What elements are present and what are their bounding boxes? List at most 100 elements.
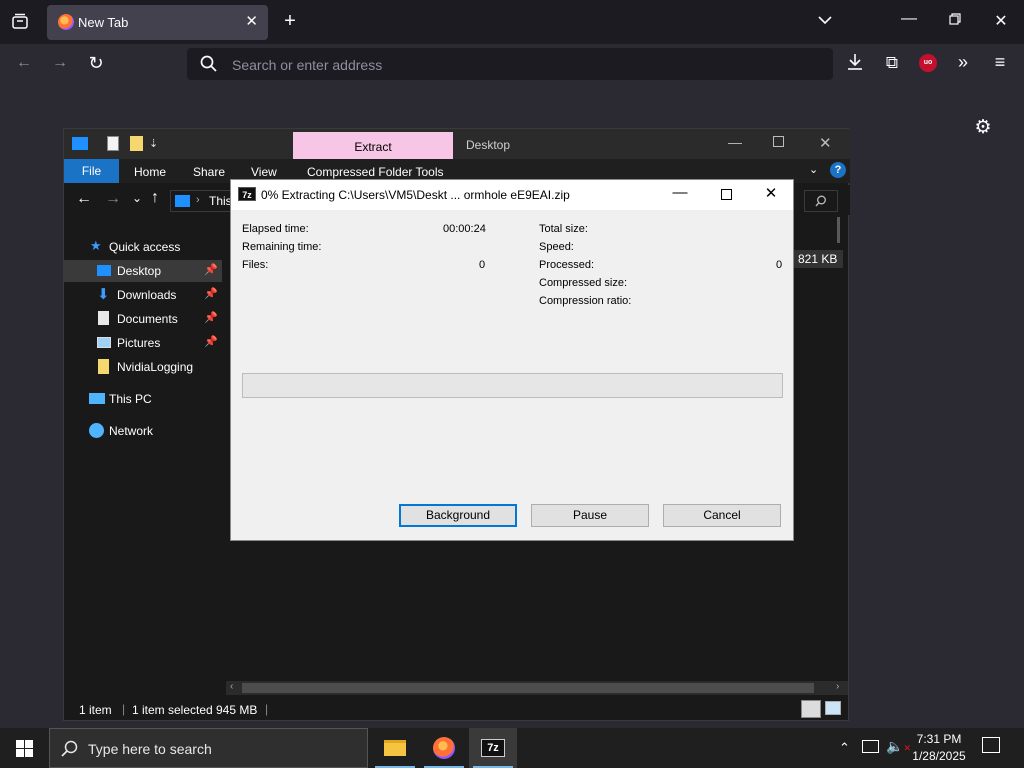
reload-icon[interactable]: ↻	[86, 53, 106, 74]
explorer-search-box[interactable]	[804, 190, 838, 212]
status-item-count: 1 item	[79, 703, 112, 717]
taskbar-search-placeholder: Type here to search	[88, 741, 212, 757]
sidebar-item-nvidialogging[interactable]: NvidiaLogging	[64, 356, 222, 378]
show-hidden-icons-chevron-icon[interactable]: ⌃	[839, 740, 850, 756]
new-tab-icon[interactable]: +	[280, 10, 300, 33]
sidebar-item-downloads[interactable]: ⬇ Downloads 📌	[64, 284, 222, 306]
new-folder-icon[interactable]	[130, 136, 143, 151]
maximize-icon[interactable]	[773, 136, 784, 147]
help-icon[interactable]: ?	[830, 162, 846, 178]
status-divider: |	[265, 702, 269, 716]
close-window-icon[interactable]: ✕	[991, 11, 1011, 31]
tab-overflow-chevron-icon[interactable]	[815, 12, 835, 30]
scrollbar-thumb[interactable]	[242, 683, 814, 693]
close-icon[interactable]: ✕	[761, 184, 781, 202]
taskbar-search-box[interactable]: Type here to search	[49, 728, 368, 768]
scroll-right-icon[interactable]: ›	[836, 681, 839, 692]
extensions-icon[interactable]: ⧉	[882, 53, 902, 73]
notifications-icon[interactable]	[982, 737, 1000, 753]
status-selected: 1 item selected	[132, 703, 213, 717]
7zip-icon: 7z	[238, 187, 256, 201]
sidebar-item-documents[interactable]: Documents 📌	[64, 308, 222, 330]
sidebar-item-label: Downloads	[117, 288, 177, 302]
horizontal-scrollbar[interactable]: ‹ ›	[226, 681, 848, 695]
more-tools-icon[interactable]: »	[953, 52, 973, 73]
minimize-icon[interactable]: —	[670, 184, 690, 201]
taskbar-file-explorer[interactable]	[371, 728, 419, 768]
elapsed-time-value: 00:00:24	[443, 223, 486, 235]
address-placeholder: Search or enter address	[232, 57, 383, 73]
taskbar-7zip[interactable]: 7z	[469, 728, 517, 768]
start-button[interactable]	[0, 728, 48, 768]
minimize-icon[interactable]: —	[728, 134, 742, 150]
ribbon-home-tab[interactable]: Home	[134, 165, 166, 179]
address-bar[interactable]: Search or enter address	[187, 48, 833, 80]
breadcrumb[interactable]: This	[209, 194, 232, 208]
sidebar-item-network[interactable]: Network	[64, 420, 222, 442]
scroll-left-icon[interactable]: ‹	[230, 681, 233, 692]
sidebar-item-label: Desktop	[117, 264, 162, 278]
large-icons-view-icon[interactable]	[825, 701, 841, 715]
browser-tab-bar: New Tab ✕ + — ✕	[0, 0, 1024, 44]
taskbar-firefox[interactable]	[420, 728, 468, 768]
ribbon-view-tab[interactable]: View	[251, 165, 277, 179]
ribbon-compressed-folder-tools-tab[interactable]: Compressed Folder Tools	[307, 165, 444, 179]
sidebar-item-desktop[interactable]: Desktop 📌	[64, 260, 222, 282]
details-view-icon[interactable]	[801, 700, 821, 718]
close-tab-icon[interactable]: ✕	[245, 12, 258, 30]
navigation-pane: ★ Quick access Desktop 📌 ⬇ Downloads 📌 D…	[64, 224, 222, 694]
processed-value: 0	[776, 259, 783, 271]
recent-locations-chevron-icon[interactable]: ⌄	[132, 191, 142, 205]
properties-icon[interactable]	[107, 136, 119, 151]
settings-gear-icon[interactable]: ⚙	[972, 116, 994, 139]
vertical-scrollbar[interactable]	[837, 217, 840, 243]
pin-icon[interactable]: 📌	[204, 287, 218, 300]
sidebar-item-this-pc[interactable]: This PC	[64, 388, 222, 410]
file-explorer-icon	[384, 740, 406, 756]
status-divider: |	[122, 702, 126, 716]
pause-button[interactable]: Pause	[531, 504, 649, 527]
files-label: Files:	[242, 259, 269, 271]
pin-icon[interactable]: 📌	[204, 335, 218, 348]
remaining-time-label: Remaining time:	[242, 241, 322, 253]
ribbon-file-tab[interactable]: File	[64, 159, 119, 183]
sidebar-item-pictures[interactable]: Pictures 📌	[64, 332, 222, 354]
back-arrow-icon[interactable]: ←	[14, 54, 34, 72]
tab-list-icon[interactable]	[10, 12, 30, 32]
desktop-folder-icon	[97, 265, 111, 276]
compressed-size-label: Compressed size:	[539, 277, 628, 289]
sidebar-item-label: Documents	[117, 312, 178, 326]
tab-title: New Tab	[78, 15, 129, 30]
ublock-icon[interactable]: uo	[919, 54, 937, 72]
minimize-window-icon[interactable]: —	[899, 10, 919, 28]
sidebar-item-label: This PC	[109, 392, 152, 406]
background-button[interactable]: Background	[399, 504, 517, 527]
extraction-progress-bar	[242, 373, 783, 398]
pictures-icon	[97, 337, 111, 348]
sidebar-item-label: NvidiaLogging	[117, 360, 194, 374]
maximize-icon[interactable]	[716, 187, 736, 204]
sidebar-item-label: Quick access	[109, 240, 181, 254]
pin-icon[interactable]: 📌	[204, 263, 218, 276]
restore-window-icon[interactable]	[945, 12, 965, 30]
network-tray-icon[interactable]	[862, 740, 879, 753]
menu-icon[interactable]: ≡	[990, 52, 1010, 73]
up-arrow-icon[interactable]: ↑	[151, 189, 159, 207]
forward-arrow-icon[interactable]: →	[105, 190, 121, 208]
taskbar-clock[interactable]: 7:31 PM 1/28/2025	[903, 731, 975, 765]
firefox-icon	[433, 737, 455, 759]
sidebar-item-quick-access[interactable]: ★ Quick access	[64, 236, 222, 258]
close-icon[interactable]: ✕	[819, 134, 832, 152]
downloads-toolbar-icon[interactable]	[845, 53, 865, 76]
tab-extract[interactable]: Extract	[293, 132, 453, 159]
cancel-button[interactable]: Cancel	[663, 504, 781, 527]
back-arrow-icon[interactable]: ←	[76, 190, 92, 208]
window-title: Desktop	[466, 138, 511, 152]
downloads-icon: ⬇	[97, 286, 110, 303]
ribbon-expand-chevron-icon[interactable]: ⌄	[809, 163, 818, 176]
quick-access-dropdown-icon[interactable]: ⇣	[149, 137, 158, 150]
pin-icon[interactable]: 📌	[204, 311, 218, 324]
tab-new-tab[interactable]: New Tab ✕	[47, 5, 268, 40]
ribbon-share-tab[interactable]: Share	[193, 165, 225, 179]
forward-arrow-icon[interactable]: →	[50, 54, 70, 72]
